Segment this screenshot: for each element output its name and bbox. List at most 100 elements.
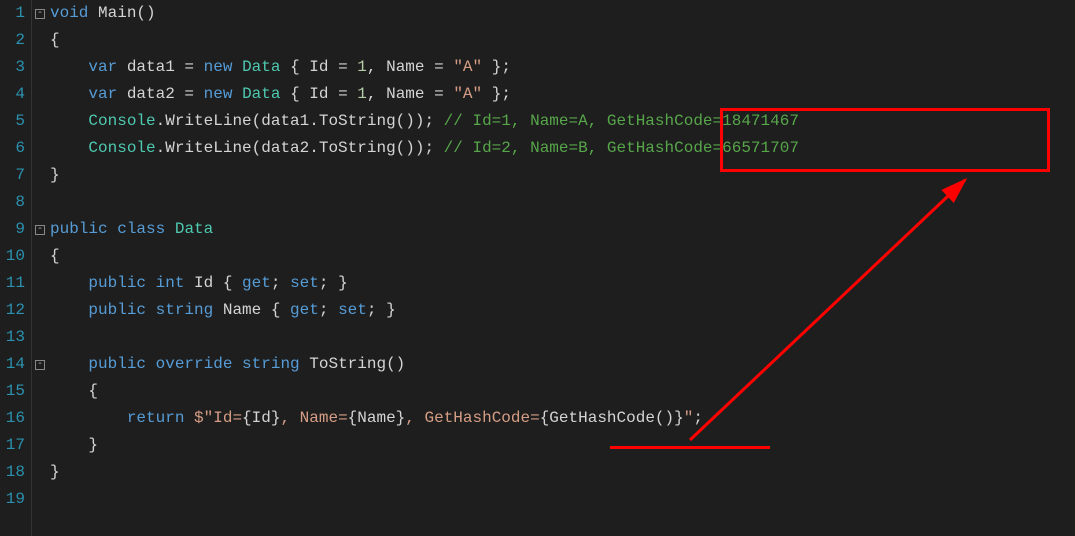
- fold-marker[interactable]: [32, 243, 48, 270]
- line-number: 14: [0, 351, 25, 378]
- line-number: 15: [0, 378, 25, 405]
- token-plain: [50, 274, 88, 292]
- collapse-icon[interactable]: -: [35, 9, 45, 19]
- token-kw: get: [290, 301, 319, 319]
- token-kw: public: [50, 220, 108, 238]
- fold-marker[interactable]: [32, 108, 48, 135]
- token-num: 1: [357, 58, 367, 76]
- code-line[interactable]: }: [50, 459, 1075, 486]
- code-line[interactable]: {: [50, 27, 1075, 54]
- token-plain: ; }: [367, 301, 396, 319]
- token-plain: [165, 220, 175, 238]
- token-kw: string: [156, 301, 214, 319]
- code-line[interactable]: {: [50, 378, 1075, 405]
- fold-marker[interactable]: [32, 27, 48, 54]
- token-plain: [232, 355, 242, 373]
- fold-marker[interactable]: [32, 54, 48, 81]
- code-line[interactable]: public override string ToString(): [50, 351, 1075, 378]
- token-plain: }: [50, 463, 60, 481]
- code-line[interactable]: }: [50, 162, 1075, 189]
- token-plain: , Name =: [367, 85, 453, 103]
- token-kw: class: [117, 220, 165, 238]
- code-line[interactable]: [50, 486, 1075, 513]
- line-number: 3: [0, 54, 25, 81]
- token-plain: [108, 220, 118, 238]
- token-str: , GetHashCode=: [405, 409, 539, 427]
- code-editor[interactable]: 12345678910111213141516171819 --- void M…: [0, 0, 1075, 536]
- token-str: $"Id=: [194, 409, 242, 427]
- token-str: ": [684, 409, 694, 427]
- token-plain: [146, 274, 156, 292]
- token-plain: {: [50, 382, 98, 400]
- code-line[interactable]: {: [50, 243, 1075, 270]
- token-plain: {Name}: [348, 409, 406, 427]
- line-number: 10: [0, 243, 25, 270]
- code-line[interactable]: Console.WriteLine(data1.ToString()); // …: [50, 108, 1075, 135]
- fold-marker[interactable]: [32, 297, 48, 324]
- fold-marker[interactable]: [32, 405, 48, 432]
- token-plain: ;: [319, 301, 338, 319]
- token-type: Console: [88, 139, 155, 157]
- token-plain: .WriteLine(data2.ToString());: [156, 139, 444, 157]
- code-line[interactable]: Console.WriteLine(data2.ToString()); // …: [50, 135, 1075, 162]
- code-line[interactable]: public class Data: [50, 216, 1075, 243]
- token-plain: {: [50, 31, 60, 49]
- token-str: "A": [453, 58, 482, 76]
- fold-marker[interactable]: [32, 378, 48, 405]
- collapse-icon[interactable]: -: [35, 225, 45, 235]
- fold-marker[interactable]: [32, 324, 48, 351]
- fold-marker[interactable]: [32, 270, 48, 297]
- line-number: 8: [0, 189, 25, 216]
- token-kw: var: [88, 85, 117, 103]
- token-plain: [50, 58, 88, 76]
- fold-marker[interactable]: -: [32, 216, 48, 243]
- fold-marker[interactable]: [32, 135, 48, 162]
- token-plain: { Id =: [280, 58, 357, 76]
- token-kw: new: [204, 58, 233, 76]
- fold-marker[interactable]: [32, 432, 48, 459]
- token-kw: string: [242, 355, 300, 373]
- fold-marker[interactable]: [32, 486, 48, 513]
- fold-gutter[interactable]: - - -: [32, 0, 48, 536]
- token-cmt: // Id=1, Name=A, GetHashCode=18471467: [444, 112, 799, 130]
- token-plain: , Name =: [367, 58, 453, 76]
- token-kw: public: [88, 301, 146, 319]
- token-plain: ; }: [319, 274, 348, 292]
- line-number: 19: [0, 486, 25, 513]
- code-line[interactable]: public int Id { get; set; }: [50, 270, 1075, 297]
- code-line[interactable]: public string Name { get; set; }: [50, 297, 1075, 324]
- code-line[interactable]: [50, 324, 1075, 351]
- line-number: 5: [0, 108, 25, 135]
- token-plain: data1 =: [117, 58, 203, 76]
- token-kw: set: [290, 274, 319, 292]
- fold-marker[interactable]: [32, 81, 48, 108]
- token-kw: int: [156, 274, 185, 292]
- token-plain: [232, 85, 242, 103]
- code-line[interactable]: void Main(): [50, 0, 1075, 27]
- token-plain: [50, 355, 88, 373]
- token-plain: }: [50, 436, 98, 454]
- token-plain: [50, 85, 88, 103]
- token-kw: var: [88, 58, 117, 76]
- collapse-icon[interactable]: -: [35, 360, 45, 370]
- code-line[interactable]: [50, 189, 1075, 216]
- code-line[interactable]: }: [50, 432, 1075, 459]
- code-line[interactable]: return $"Id={Id}, Name={Name}, GetHashCo…: [50, 405, 1075, 432]
- code-line[interactable]: var data2 = new Data { Id = 1, Name = "A…: [50, 81, 1075, 108]
- token-plain: {: [50, 247, 60, 265]
- line-number: 9: [0, 216, 25, 243]
- token-kw: return: [127, 409, 185, 427]
- token-kw: override: [156, 355, 233, 373]
- token-plain: [146, 301, 156, 319]
- fold-marker[interactable]: [32, 459, 48, 486]
- line-number: 16: [0, 405, 25, 432]
- code-area[interactable]: void Main() { var data1 = new Data { Id =…: [48, 0, 1075, 536]
- token-plain: ;: [271, 274, 290, 292]
- fold-marker[interactable]: -: [32, 351, 48, 378]
- token-plain: {Id}: [242, 409, 280, 427]
- fold-marker[interactable]: -: [32, 0, 48, 27]
- fold-marker[interactable]: [32, 162, 48, 189]
- token-str: "A": [453, 85, 482, 103]
- code-line[interactable]: var data1 = new Data { Id = 1, Name = "A…: [50, 54, 1075, 81]
- fold-marker[interactable]: [32, 189, 48, 216]
